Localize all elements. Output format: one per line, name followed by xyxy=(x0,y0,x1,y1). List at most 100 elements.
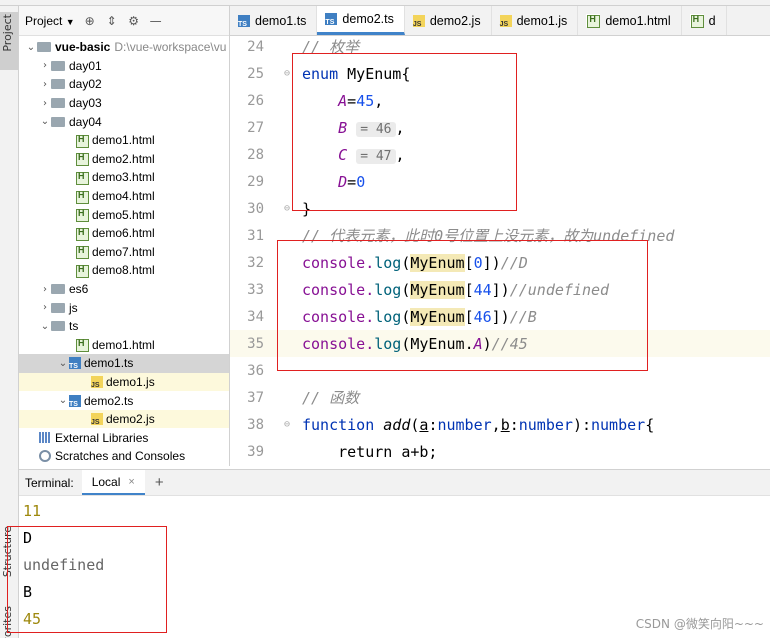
structure-tool-tab[interactable]: Structure xyxy=(1,526,14,577)
js-file-icon xyxy=(412,14,425,28)
folder-icon xyxy=(51,116,65,127)
terminal-tab-local[interactable]: Local × xyxy=(81,470,145,495)
code-line: 25 ⊖ enum MyEnum{ xyxy=(247,64,411,83)
html-file-icon xyxy=(75,338,89,353)
html-file-icon xyxy=(689,14,704,28)
html-file-icon xyxy=(75,170,89,185)
tree-file-demo4-html[interactable]: demo4.html xyxy=(19,187,229,206)
chevron-right-icon[interactable]: › xyxy=(39,98,51,109)
ts-file-icon xyxy=(69,394,81,408)
tree-file-ts-demo1-html[interactable]: demo1.html xyxy=(19,336,229,355)
project-view-selector[interactable]: Project ▼ xyxy=(25,14,75,28)
js-file-icon xyxy=(91,413,103,426)
code-line: 26 A=45, xyxy=(247,91,384,110)
folder-icon xyxy=(51,60,65,71)
terminal-output[interactable]: 11 D undefined B 45 CSDN @微笑向阳~~~ xyxy=(7,496,770,638)
tool-window-stripe: Project Structure vorites xyxy=(0,6,19,638)
tree-file-demo8-html[interactable]: demo8.html xyxy=(19,261,229,280)
tree-file-demo6-html[interactable]: demo6.html xyxy=(19,224,229,243)
editor-tab-bar: demo1.ts demo2.ts demo2.js demo1.js demo… xyxy=(230,6,770,36)
html-file-icon xyxy=(75,245,89,260)
tab-demo2-ts[interactable]: demo2.ts xyxy=(317,6,405,35)
tree-file-demo1-js[interactable]: demo1.js xyxy=(19,372,229,392)
terminal-line: 45 xyxy=(23,609,42,628)
locate-icon[interactable]: ⊕ xyxy=(83,14,97,28)
js-file-icon xyxy=(91,375,103,389)
project-tree: ⌄ vue-basic D:\vue-workspace\vu › day01 ›… xyxy=(19,36,229,466)
code-line-current: 35 console.log(MyEnum.A)//45 xyxy=(230,330,770,357)
code-line: 32 console.log(MyEnum[0])//D xyxy=(247,253,528,272)
terminal-header: Terminal: Local × + xyxy=(19,469,770,496)
project-tool-label: Project xyxy=(1,14,14,52)
code-line: 27 B = 46, xyxy=(247,118,405,137)
tree-folder-js[interactable]: › js xyxy=(19,298,229,317)
html-file-icon xyxy=(75,263,89,278)
html-file-icon xyxy=(75,226,89,241)
watermark: CSDN @微笑向阳~~~ xyxy=(635,617,764,631)
tree-file-demo3-html[interactable]: demo3.html xyxy=(19,168,229,187)
folder-icon xyxy=(51,284,65,295)
html-file-icon xyxy=(586,14,601,28)
html-file-icon xyxy=(75,133,89,148)
tree-file-demo2-js[interactable]: demo2.js xyxy=(19,409,229,429)
tab-demo2-js[interactable]: demo2.js xyxy=(405,6,492,35)
project-panel: Project ▼ ⊕ ⇕ ⚙ — ⌄ vue-basic D:\vue-wor… xyxy=(19,6,230,466)
code-line: 29 D=0 xyxy=(247,172,366,191)
fold-icon[interactable]: ⊖ xyxy=(272,419,302,430)
terminal-line: B xyxy=(23,582,33,601)
hide-icon[interactable]: — xyxy=(149,14,163,28)
tab-demo1-ts[interactable]: demo1.ts xyxy=(230,6,318,35)
tree-file-demo1-html[interactable]: demo1.html xyxy=(19,131,229,150)
folder-icon xyxy=(51,79,65,90)
close-icon[interactable]: × xyxy=(128,476,134,488)
terminal-line: D xyxy=(23,528,33,547)
code-line: 36 xyxy=(247,362,264,379)
code-editor[interactable]: 24 // 枚举 25 ⊖ enum MyEnum{ 26 A=45, 27 B … xyxy=(230,36,770,466)
inlay-hint: = 46 xyxy=(356,121,396,137)
settings-gear-icon[interactable]: ⚙ xyxy=(127,14,141,28)
html-file-icon xyxy=(75,208,89,223)
tree-scratches-consoles[interactable]: Scratches and Consoles xyxy=(19,447,229,466)
chevron-down-icon[interactable]: ⌄ xyxy=(57,395,69,406)
tree-file-demo5-html[interactable]: demo5.html xyxy=(19,205,229,224)
code-line: 34 console.log(MyEnum[46])//B xyxy=(247,307,537,326)
tree-folder-es6[interactable]: › es6 xyxy=(19,280,229,299)
tree-external-libraries[interactable]: External Libraries xyxy=(19,428,229,447)
tree-file-demo7-html[interactable]: demo7.html xyxy=(19,243,229,262)
chevron-down-icon[interactable]: ⌄ xyxy=(57,358,69,369)
new-terminal-button[interactable]: + xyxy=(155,474,164,491)
tree-folder-ts[interactable]: ⌄ ts xyxy=(19,317,229,336)
inlay-hint: = 47 xyxy=(356,148,396,164)
favorites-tool-tab[interactable]: vorites xyxy=(1,606,14,638)
collapse-all-icon[interactable]: ⇕ xyxy=(105,14,119,28)
fold-icon[interactable]: ⊖ xyxy=(272,203,302,214)
terminal-line: 11 xyxy=(23,501,42,520)
tree-folder-day01[interactable]: › day01 xyxy=(19,57,229,76)
folder-icon xyxy=(37,42,51,53)
tab-demo1-html[interactable]: demo1.html xyxy=(578,6,682,35)
tree-folder-day02[interactable]: › day02 xyxy=(19,75,229,94)
folder-icon xyxy=(51,321,65,332)
folder-icon xyxy=(51,302,65,313)
tree-file-demo2-html[interactable]: demo2.html xyxy=(19,150,229,169)
tree-folder-day03[interactable]: › day03 xyxy=(19,94,229,113)
fold-icon[interactable]: ⊖ xyxy=(272,68,302,79)
project-tool-tab[interactable]: Project xyxy=(0,12,18,70)
chevron-down-icon[interactable]: ⌄ xyxy=(39,321,51,332)
chevron-right-icon[interactable]: › xyxy=(39,60,51,71)
chevron-right-icon[interactable]: › xyxy=(39,302,51,313)
chevron-down-icon[interactable]: ⌄ xyxy=(25,42,37,53)
tree-root-vue-basic[interactable]: ⌄ vue-basic D:\vue-workspace\vu xyxy=(19,38,229,57)
tab-overflow[interactable]: d xyxy=(682,6,727,35)
tree-file-demo1-ts[interactable]: ⌄demo1.ts xyxy=(19,354,229,373)
terminal-line: undefined xyxy=(23,555,105,574)
tree-folder-day04[interactable]: ⌄ day04 xyxy=(19,112,229,131)
tree-file-demo2-ts[interactable]: ⌄demo2.ts xyxy=(19,391,229,410)
tab-demo1-js[interactable]: demo1.js xyxy=(492,6,579,35)
chevron-right-icon[interactable]: › xyxy=(39,79,51,90)
chevron-right-icon[interactable]: › xyxy=(39,284,51,295)
chevron-down-icon[interactable]: ⌄ xyxy=(39,116,51,127)
code-line: 28 C = 47, xyxy=(247,145,405,164)
ts-file-icon xyxy=(238,14,250,28)
html-file-icon xyxy=(75,189,89,204)
